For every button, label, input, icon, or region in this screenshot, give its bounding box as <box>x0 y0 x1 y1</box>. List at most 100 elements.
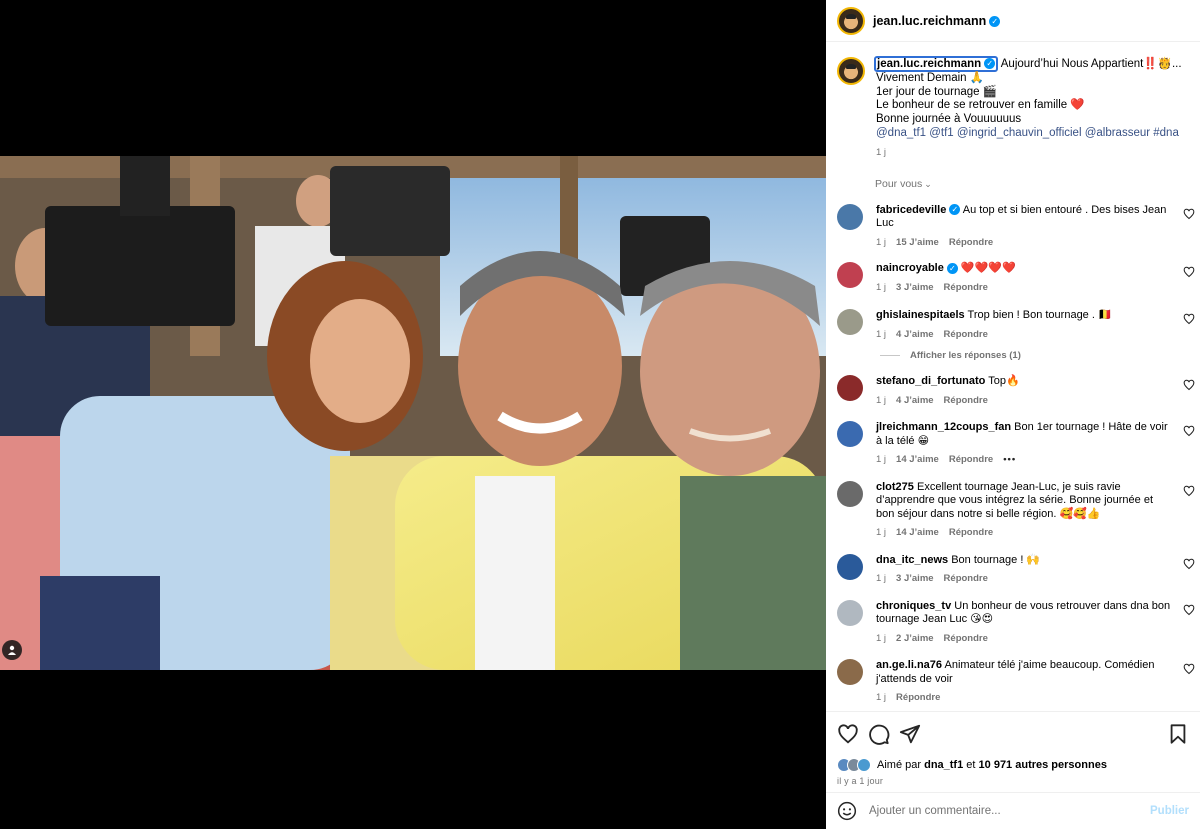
comment-time: 1 j <box>876 632 887 644</box>
commenter-avatar[interactable] <box>837 375 863 402</box>
commenter-username[interactable]: an.ge.li.na76 <box>876 659 942 671</box>
author-avatar[interactable] <box>837 6 865 35</box>
post-timestamp: il y a 1 jour <box>837 776 884 786</box>
comment-item: chroniques_tv Un bonheur de vous retrouv… <box>826 599 1200 646</box>
comment-like-heart-icon[interactable] <box>1183 425 1195 437</box>
comment-time: 1 j <box>876 281 887 293</box>
comment-likes[interactable]: 15 J’aime <box>896 237 939 248</box>
comment-item: an.ge.li.na76 Animateur télé j'aime beau… <box>826 659 1200 705</box>
reply-button[interactable]: Répondre <box>944 282 988 293</box>
comment-item: naincroyable ✓ ❤️❤️❤️❤️ 1 j 3 J’aime Répondr… <box>826 262 1200 294</box>
commenter-username[interactable]: clot275 <box>876 481 914 493</box>
chevron-down-icon: ⌄ <box>924 178 932 189</box>
comment-time: 1 j <box>876 692 887 704</box>
comment-likes[interactable]: 4 J’aime <box>896 395 934 406</box>
for-you-sort-dropdown[interactable]: Pour vous ⌄ <box>875 178 1200 190</box>
comment-likes[interactable]: 2 J’aime <box>896 633 934 644</box>
likes-count[interactable]: 10 971 autres personnes <box>979 759 1107 771</box>
post-photo[interactable] <box>0 156 826 670</box>
caption-timestamp: 1 j <box>876 146 887 158</box>
post-media-area <box>0 0 826 829</box>
comment-item: dna_itc_news Bon tournage ! 🙌 1 j 3 J’aime… <box>826 553 1200 586</box>
commenter-avatar[interactable] <box>837 599 863 626</box>
comments-scroll-area[interactable]: jean.luc.reichmann ✓ Aujourd’hui Nous App… <box>826 43 1200 711</box>
commenter-username[interactable]: stefano_di_fortunato <box>876 375 985 387</box>
commenter-avatar[interactable] <box>837 553 863 580</box>
commenter-avatar[interactable] <box>837 203 863 230</box>
comment-item: ghislainespitaels Trop bien ! Bon tourna… <box>826 309 1200 341</box>
comment-like-heart-icon[interactable] <box>1183 379 1195 391</box>
emoji-icon[interactable] <box>837 801 857 821</box>
like-heart-icon[interactable] <box>837 723 859 745</box>
verified-badge-icon: ✓ <box>946 262 958 274</box>
caption-line: Bonne journée à Vouuuuuus <box>876 113 1022 126</box>
comment-meta: 1 j 3 J’aime Répondre <box>876 281 1174 295</box>
liker-avatar <box>857 758 871 772</box>
commenter-username[interactable]: chroniques_tv <box>876 600 951 612</box>
comment-meta: 1 j 15 J’aime Répondre <box>876 236 1174 250</box>
bookmark-icon[interactable] <box>1167 723 1189 745</box>
verified-badge-icon: ✓ <box>989 15 1001 27</box>
comment-item: stefano_di_fortunato Top🔥 1 j 4 J’aime Répo… <box>826 375 1200 407</box>
reply-button[interactable]: Répondre <box>944 573 988 584</box>
commenter-avatar[interactable] <box>837 659 863 686</box>
reply-button[interactable]: Répondre <box>944 329 988 340</box>
commenter-avatar[interactable] <box>837 480 863 507</box>
comment-text: Top🔥 <box>988 375 1020 388</box>
commenter-avatar[interactable] <box>837 421 863 448</box>
comment-input[interactable] <box>869 805 1151 817</box>
comment-icon[interactable] <box>868 723 890 745</box>
reply-button[interactable]: Répondre <box>944 395 988 406</box>
comment-like-heart-icon[interactable] <box>1183 663 1195 675</box>
likes-summary[interactable]: Aimé par dna_tf1 et 10 971 autres person… <box>837 758 1189 772</box>
reply-button[interactable]: Répondre <box>949 237 993 248</box>
comment-likes[interactable]: 14 J’aime <box>896 527 939 538</box>
reply-button[interactable]: Répondre <box>896 692 940 703</box>
caption-mentions[interactable]: @dna_tf1 @tf1 @ingrid_chauvin_officiel @… <box>876 127 1189 141</box>
commenter-avatar[interactable] <box>837 262 863 289</box>
caption-author-avatar[interactable] <box>837 57 865 85</box>
comment-meta: 1 j 14 J’aime Répondre <box>876 526 1174 540</box>
commenter-username[interactable]: naincroyable <box>876 262 944 274</box>
comment-meta: 1 j 2 J’aime Répondre <box>876 632 1174 646</box>
comment-like-heart-icon[interactable] <box>1183 313 1195 325</box>
comment-like-heart-icon[interactable] <box>1183 604 1195 616</box>
comment-like-heart-icon[interactable] <box>1183 485 1195 497</box>
likers-avatars <box>837 758 871 772</box>
comment-time: 1 j <box>876 236 887 248</box>
reply-button[interactable]: Répondre <box>944 633 988 644</box>
comment-time: 1 j <box>876 454 887 466</box>
commenter-username[interactable]: fabricedeville <box>876 204 946 216</box>
reply-button[interactable]: Répondre <box>949 527 993 538</box>
verified-badge-icon: ✓ <box>984 58 996 70</box>
share-icon[interactable] <box>899 723 921 745</box>
comment-likes[interactable]: 14 J’aime <box>896 454 939 465</box>
publish-button[interactable]: Publier <box>1150 805 1189 817</box>
liker-username[interactable]: dna_tf1 <box>924 759 963 771</box>
commenter-username[interactable]: jlreichmann_12coups_fan <box>876 421 1011 433</box>
post-header: jean.luc.reichmann ✓ <box>826 0 1200 42</box>
comment-like-heart-icon[interactable] <box>1183 208 1195 220</box>
comment-text: Excellent tournage Jean-Luc, je suis rav… <box>876 480 1154 520</box>
comment-likes[interactable]: 3 J’aime <box>896 573 934 584</box>
comment-item: clot275 Excellent tournage Jean-Luc, je … <box>826 480 1200 540</box>
more-options-icon[interactable]: ••• <box>1003 454 1016 465</box>
comment-likes[interactable]: 4 J’aime <box>896 329 934 340</box>
reply-button[interactable]: Répondre <box>949 454 993 465</box>
commenter-username[interactable]: ghislainespitaels <box>876 309 965 321</box>
comment-like-heart-icon[interactable] <box>1183 558 1195 570</box>
comment-item: fabricedeville ✓ Au top et si bien entour… <box>826 203 1200 250</box>
commenter-avatar[interactable] <box>837 309 863 336</box>
author-username[interactable]: jean.luc.reichmann ✓ <box>873 14 1001 28</box>
comment-like-heart-icon[interactable] <box>1183 266 1195 278</box>
comment-time: 1 j <box>876 328 887 340</box>
caption-author-username[interactable]: jean.luc.reichmann ✓ <box>874 56 999 72</box>
comment-likes[interactable]: 3 J’aime <box>896 282 934 293</box>
tagged-users-button[interactable] <box>2 640 22 660</box>
caption-line: Le bonheur de se retrouver en famille ❤️ <box>876 99 1085 112</box>
show-replies-button[interactable]: Afficher les réponses (1) <box>880 350 1200 361</box>
comment-text: ❤️❤️❤️❤️ <box>960 262 1016 275</box>
comment-meta: 1 j 4 J’aime Répondre <box>876 328 1174 342</box>
post-actions: Aimé par dna_tf1 et 10 971 autres person… <box>826 711 1200 786</box>
commenter-username[interactable]: dna_itc_news <box>876 554 948 566</box>
